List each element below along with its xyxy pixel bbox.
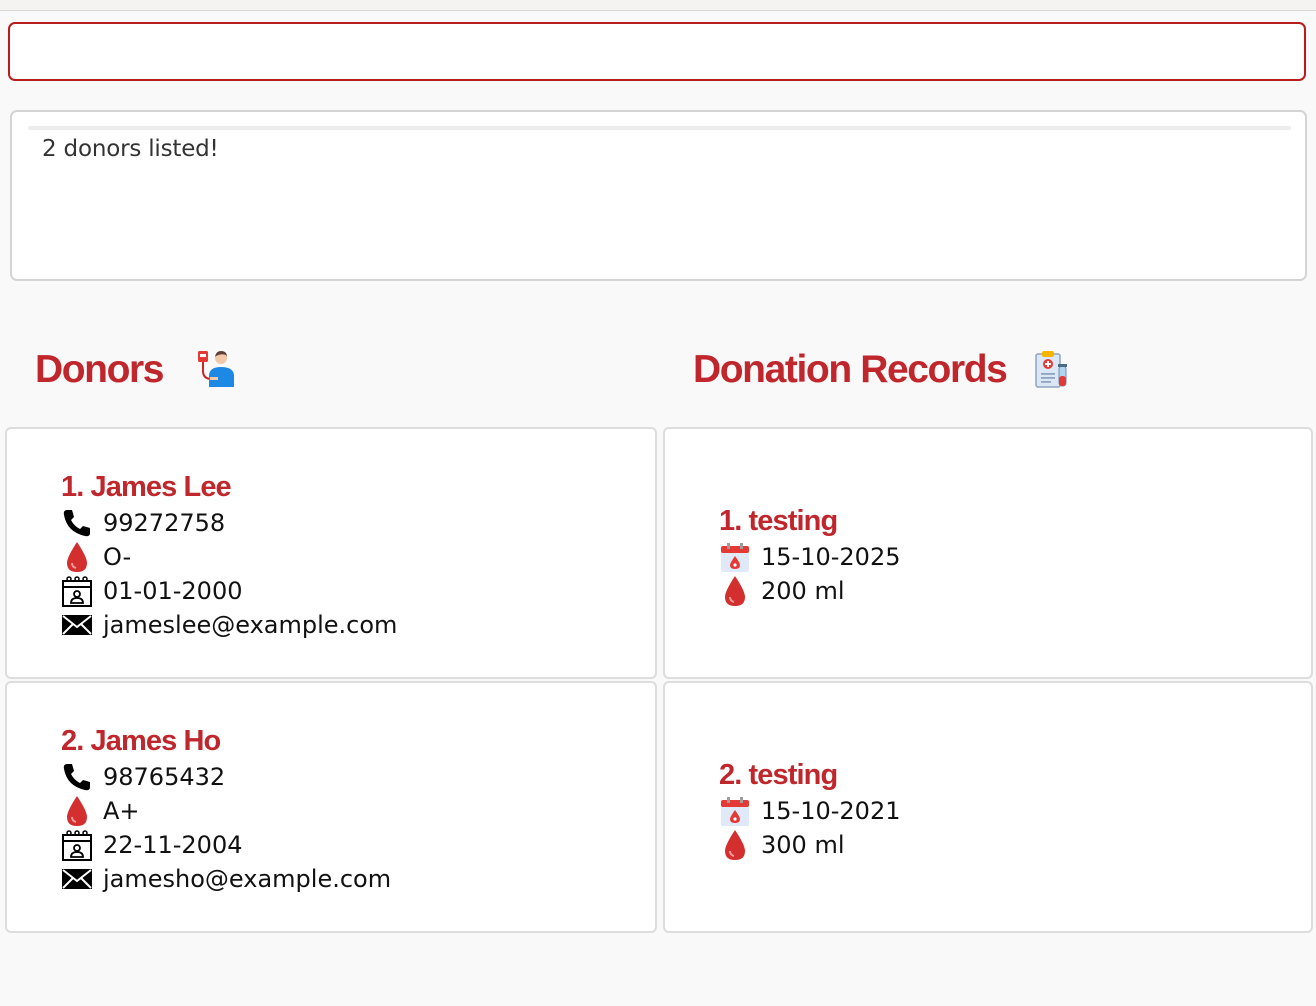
birthday-calendar-icon <box>62 576 92 607</box>
record-volume: 300 ml <box>761 831 845 859</box>
donation-calendar-icon <box>721 797 749 826</box>
record-volume: 200 ml <box>761 577 845 605</box>
record-name: 2. testing <box>719 759 838 791</box>
donor-dob: 01-01-2000 <box>103 577 243 605</box>
email-icon <box>62 869 92 889</box>
command-input[interactable] <box>22 34 1292 69</box>
record-date: 15-10-2021 <box>761 797 901 825</box>
donor-icon <box>195 349 237 389</box>
record-name: 1. testing <box>719 505 838 537</box>
phone-icon <box>63 764 90 791</box>
record-date: 15-10-2025 <box>761 543 901 571</box>
donor-email: jamesho@example.com <box>103 865 392 893</box>
blood-drop-icon <box>725 830 745 860</box>
blood-drop-icon <box>67 796 87 826</box>
birthday-calendar-icon <box>62 830 92 861</box>
donors-panel-title: Donors <box>35 348 165 391</box>
email-icon <box>62 615 92 635</box>
command-box[interactable] <box>8 22 1306 81</box>
donation-calendar-icon <box>721 543 749 572</box>
donor-email: jameslee@example.com <box>103 611 398 639</box>
result-message: 2 donors listed! <box>42 136 219 162</box>
phone-icon <box>63 510 90 537</box>
donor-dob: 22-11-2004 <box>103 831 243 859</box>
result-display: 2 donors listed! <box>10 110 1307 281</box>
donor-card[interactable]: 2. James Ho 98765432 A+ 22-11-2004 james… <box>5 681 657 933</box>
records-panel-title: Donation Records <box>693 348 1008 391</box>
medical-record-icon <box>1033 348 1069 390</box>
donor-phone: 99272758 <box>103 509 226 537</box>
donor-name: 2. James Ho <box>61 725 221 757</box>
blood-drop-icon <box>725 576 745 606</box>
blood-drop-icon <box>67 542 87 572</box>
donor-blood-type: O- <box>103 543 132 571</box>
donor-phone: 98765432 <box>103 763 226 791</box>
record-card[interactable]: 2. testing 15-10-2021 300 ml <box>663 681 1313 933</box>
result-scrollbar[interactable] <box>28 126 1291 130</box>
donor-blood-type: A+ <box>103 797 140 825</box>
donor-card[interactable]: 1. James Lee 99272758 O- 01-01-2000 jame… <box>5 427 657 679</box>
window-top-bar <box>0 0 1316 11</box>
donor-name: 1. James Lee <box>61 471 232 503</box>
record-card[interactable]: 1. testing 15-10-2025 200 ml <box>663 427 1313 679</box>
